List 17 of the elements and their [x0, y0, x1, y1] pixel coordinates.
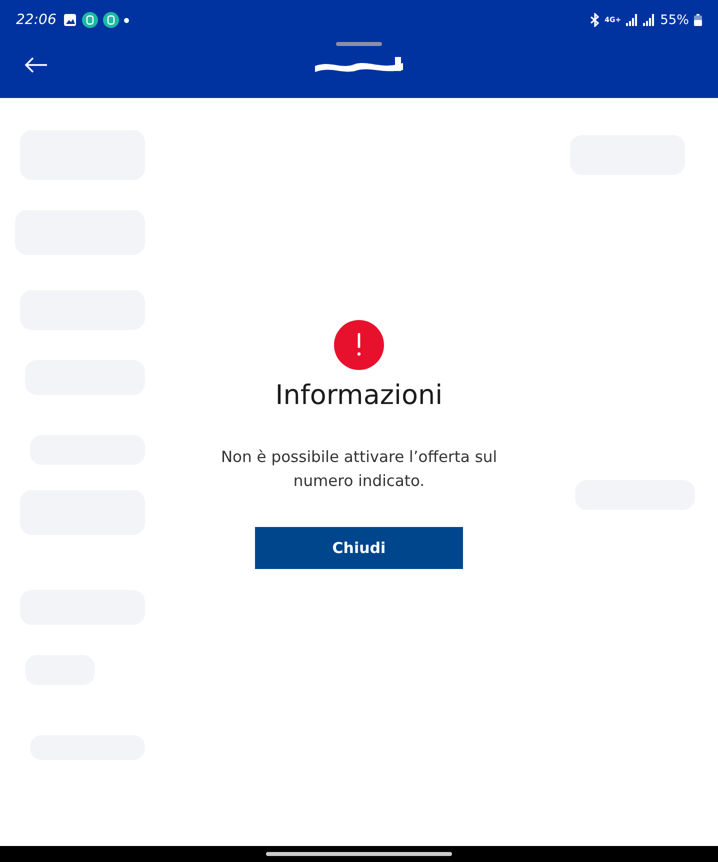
dot-icon — [124, 18, 130, 22]
signal-icon — [626, 14, 638, 26]
signal-icon — [643, 14, 656, 26]
status-time: 22:06 — [16, 12, 56, 28]
app-icon — [82, 12, 98, 28]
alert-icon — [334, 320, 384, 370]
gallery-icon — [63, 13, 78, 27]
app-icon — [103, 12, 120, 28]
battery-icon — [694, 14, 702, 26]
close-button[interactable]: Chiudi — [255, 527, 463, 569]
dialog-message: Non è possibile attivare l’offerta sul numero indicato. — [220, 447, 498, 492]
dialog-title: Informazioni — [275, 380, 443, 411]
home-indicator[interactable] — [266, 852, 452, 856]
back-arrow-icon — [24, 56, 48, 74]
bluetooth-icon — [590, 13, 600, 27]
drag-handle[interactable] — [336, 42, 382, 46]
battery-level: 55% — [660, 12, 689, 28]
